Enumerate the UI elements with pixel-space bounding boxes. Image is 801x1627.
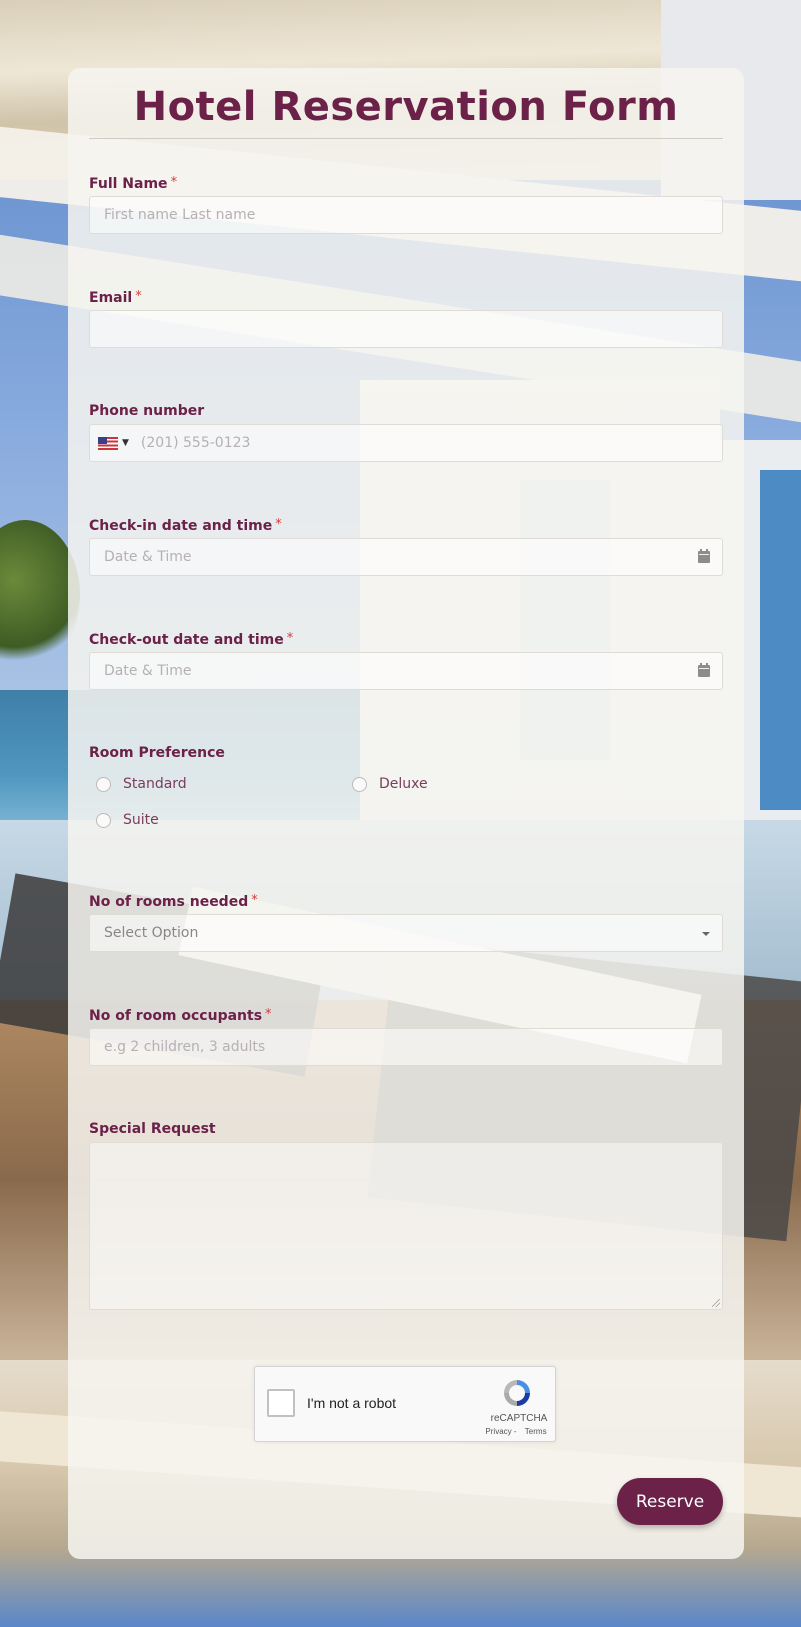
- recaptcha-widget: I'm not a robot reCAPTCHA Privacy - Term…: [254, 1366, 556, 1442]
- radio-row: Suite: [89, 802, 723, 838]
- recaptcha-checkbox[interactable]: [267, 1389, 295, 1417]
- phone-label: Phone number: [89, 403, 205, 419]
- recaptcha-link-separator: -: [513, 1427, 517, 1436]
- occupants-label: No of room occupants *: [89, 1007, 272, 1024]
- occupants-field: No of room occupants * e.g 2 children, 3 …: [89, 1006, 723, 1066]
- country-dropdown-caret-icon[interactable]: ▼: [122, 425, 129, 461]
- phone-input[interactable]: ▼ (201) 555-0123: [89, 424, 723, 462]
- checkout-placeholder: Date & Time: [104, 663, 192, 679]
- rooms-needed-label: No of rooms needed *: [89, 893, 258, 910]
- phone-field: Phone number ▼ (201) 555-0123: [89, 402, 723, 462]
- checkin-field: Check-in date and time * Date & Time: [89, 516, 723, 576]
- checkin-label: Check-in date and time *: [89, 517, 282, 534]
- email-field: Email *: [89, 288, 723, 348]
- required-mark: *: [170, 175, 178, 190]
- rooms-needed-field: No of rooms needed * Select Option: [89, 892, 723, 952]
- form-title: Hotel Reservation Form: [133, 84, 679, 130]
- radio-label-deluxe: Deluxe: [379, 776, 428, 792]
- recaptcha-brand: reCAPTCHA: [490, 1413, 548, 1424]
- checkin-input[interactable]: Date & Time: [89, 538, 723, 576]
- special-request-textarea[interactable]: [89, 1142, 723, 1310]
- radio-button[interactable]: [96, 812, 111, 828]
- full-name-field: Full Name * First name Last name: [89, 174, 723, 234]
- email-input[interactable]: [89, 310, 723, 348]
- special-request-label: Special Request: [89, 1121, 216, 1137]
- phone-placeholder: (201) 555-0123: [140, 435, 251, 451]
- full-name-placeholder: First name Last name: [104, 207, 256, 223]
- required-mark: *: [265, 1007, 272, 1022]
- full-name-input[interactable]: First name Last name: [89, 196, 723, 234]
- calendar-icon[interactable]: [698, 663, 710, 677]
- full-name-label: Full Name *: [89, 175, 178, 192]
- radio-label-standard: Standard: [123, 776, 187, 792]
- radio-option-standard[interactable]: Standard: [89, 776, 345, 792]
- required-mark: *: [251, 893, 258, 908]
- radio-option-suite[interactable]: Suite: [89, 812, 345, 828]
- checkout-input[interactable]: Date & Time: [89, 652, 723, 690]
- room-preference-label: Room Preference: [89, 745, 225, 761]
- radio-button[interactable]: [352, 776, 367, 792]
- radio-option-deluxe[interactable]: Deluxe: [345, 776, 601, 792]
- recaptcha-privacy-link[interactable]: Privacy: [485, 1427, 511, 1436]
- occupants-placeholder: e.g 2 children, 3 adults: [104, 1039, 266, 1055]
- calendar-icon[interactable]: [698, 549, 710, 563]
- recaptcha-links: Privacy - Terms: [481, 1427, 551, 1436]
- occupants-input[interactable]: e.g 2 children, 3 adults: [89, 1028, 723, 1066]
- required-mark: *: [135, 289, 142, 304]
- radio-row: Standard Deluxe: [89, 766, 723, 802]
- rooms-needed-select[interactable]: Select Option: [89, 914, 723, 952]
- rooms-needed-selected: Select Option: [104, 925, 199, 941]
- chevron-down-icon[interactable]: [702, 932, 710, 936]
- checkout-field: Check-out date and time * Date & Time: [89, 630, 723, 690]
- checkout-label: Check-out date and time *: [89, 631, 294, 648]
- recaptcha-label: I'm not a robot: [307, 1395, 397, 1411]
- checkin-placeholder: Date & Time: [104, 549, 192, 565]
- reserve-button[interactable]: Reserve: [617, 1478, 723, 1525]
- recaptcha-logo-icon: [504, 1380, 530, 1406]
- reservation-form-card: Hotel Reservation Form Full Name * First …: [68, 68, 744, 1559]
- us-flag-icon[interactable]: [98, 436, 118, 450]
- radio-label-suite: Suite: [123, 812, 159, 828]
- required-mark: *: [286, 631, 294, 646]
- required-mark: *: [275, 517, 282, 532]
- title-divider: [89, 138, 723, 139]
- recaptcha-terms-link[interactable]: Terms: [525, 1427, 547, 1436]
- radio-button[interactable]: [96, 776, 111, 792]
- resize-handle-icon[interactable]: [712, 1299, 720, 1307]
- room-preference-field: Room Preference Standard Deluxe Suite: [89, 744, 723, 838]
- special-request-field: Special Request: [89, 1120, 723, 1310]
- email-label: Email *: [89, 289, 142, 306]
